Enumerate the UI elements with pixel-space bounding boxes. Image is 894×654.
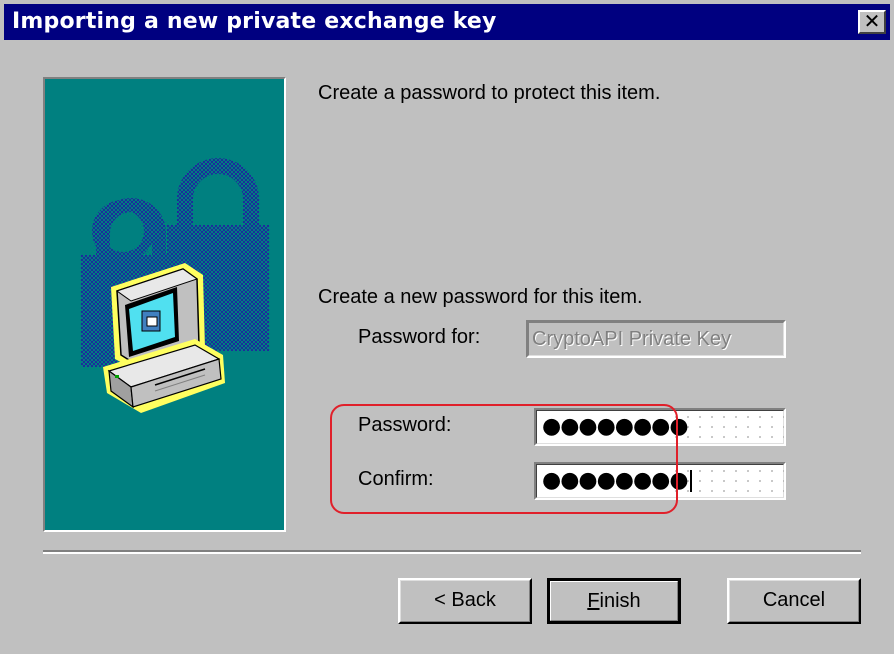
- wizard-banner: [43, 77, 286, 532]
- highlight-annotation: [330, 404, 678, 514]
- password-for-value: CryptoAPI Private Key: [532, 328, 731, 350]
- wizard-window: Importing a new private exchange key ✕ C…: [0, 0, 894, 654]
- window-title: Importing a new private exchange key: [12, 9, 497, 34]
- padlock-computer-icon: [81, 158, 269, 413]
- text-caret: [689, 470, 692, 492]
- password-for-field: CryptoAPI Private Key: [526, 320, 786, 358]
- password-for-label: Password for:: [358, 326, 481, 348]
- cancel-button[interactable]: Cancel: [727, 578, 861, 624]
- close-icon: ✕: [863, 9, 881, 33]
- finish-button[interactable]: Finish: [547, 578, 681, 624]
- title-bar[interactable]: Importing a new private exchange key ✕: [4, 4, 890, 40]
- section-heading: Create a new password for this item.: [318, 286, 643, 308]
- close-button[interactable]: ✕: [858, 10, 886, 34]
- page-heading: Create a password to protect this item.: [318, 82, 661, 104]
- back-button[interactable]: < Back: [398, 578, 532, 624]
